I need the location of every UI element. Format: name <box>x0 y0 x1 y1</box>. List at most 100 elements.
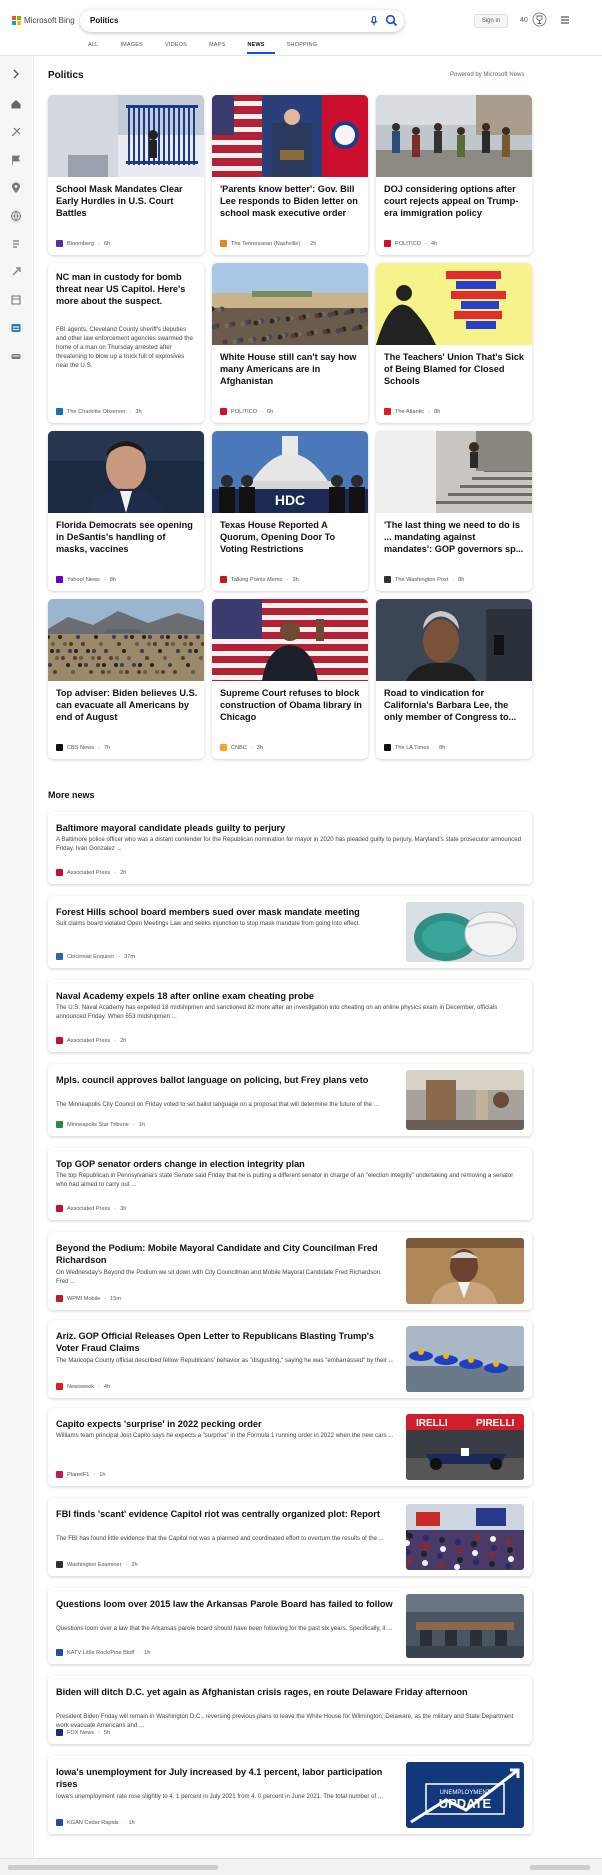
more-news-item[interactable]: Beyond the Podium: Mobile Mayoral Candid… <box>48 1232 532 1310</box>
home-icon[interactable] <box>10 98 22 110</box>
more-news-source[interactable]: Associated Press · 2h <box>56 869 126 876</box>
globe-icon[interactable] <box>10 210 22 222</box>
news-card-source[interactable]: The Tennessean (Nashville) · 2h <box>220 240 316 247</box>
news-card-source[interactable]: CNBC · 3h <box>220 744 263 751</box>
news-card-source[interactable]: Bloomberg · 6h <box>56 240 110 247</box>
more-news-title[interactable]: Top GOP senator orders change in electio… <box>56 1158 524 1170</box>
news-card[interactable]: HDC Texas House Reported A Quorum, Openin… <box>212 431 368 591</box>
news-card[interactable]: The Teachers' Union That's Sick of Being… <box>376 263 532 423</box>
news-card[interactable]: 'The last thing we need to do is ... man… <box>376 431 532 591</box>
news-card-source[interactable]: The Charlotte Observer · 3h <box>56 408 142 415</box>
news-card-image[interactable] <box>212 599 368 681</box>
news-card-source[interactable]: The Atlantic · 8h <box>384 408 440 415</box>
news-card-image[interactable]: HDC <box>212 431 368 513</box>
news-card-source[interactable]: CBS News · 7h <box>56 744 110 751</box>
sign-in-button[interactable]: Sign in <box>474 14 508 28</box>
more-news-source[interactable]: FOX News · 5h <box>56 1729 110 1736</box>
more-news-source[interactable]: Newsweek · 4h <box>56 1383 110 1390</box>
news-card-image[interactable] <box>48 431 204 513</box>
more-news-image[interactable] <box>406 1504 524 1570</box>
money-icon[interactable] <box>10 238 22 250</box>
more-news-image[interactable] <box>406 902 524 962</box>
news-card-image[interactable] <box>376 431 532 513</box>
news-card-title[interactable]: Supreme Court refuses to block construct… <box>220 687 362 723</box>
more-news-source[interactable]: Washington Examiner · 2h <box>56 1561 138 1568</box>
more-news-item[interactable]: Questions loom over 2015 law the Arkansa… <box>48 1588 532 1664</box>
tab-videos[interactable]: VIDEOS <box>165 42 197 54</box>
more-news-title[interactable]: Mpls. council approves ballot language o… <box>56 1074 396 1086</box>
more-news-title[interactable]: Naval Academy expels 18 after online exa… <box>56 990 524 1002</box>
more-news-image[interactable]: IRELLI PIRELLI <box>406 1414 524 1480</box>
more-news-item[interactable]: Iowa's unemployment for July increased b… <box>48 1756 532 1834</box>
more-news-title[interactable]: Capito expects 'surprise' in 2022 peckin… <box>56 1418 396 1430</box>
more-news-title[interactable]: Ariz. GOP Official Releases Open Letter … <box>56 1330 396 1354</box>
more-news-source[interactable]: Associated Press · 2h <box>56 1037 126 1044</box>
news-card-title[interactable]: 'Parents know better': Gov. Bill Lee res… <box>220 183 362 219</box>
more-news-title[interactable]: Questions loom over 2015 law the Arkansa… <box>56 1598 396 1610</box>
news-card-title[interactable]: The Teachers' Union That's Sick of Being… <box>384 351 526 387</box>
news-card[interactable]: White House still can't say how many Ame… <box>212 263 368 423</box>
tab-news[interactable]: NEWS <box>247 42 275 54</box>
more-news-source[interactable]: KGAN Cedar Rapids · 1h <box>56 1819 135 1826</box>
more-news-source[interactable]: Associated Press · 3h <box>56 1205 126 1212</box>
more-news-image[interactable] <box>406 1238 524 1304</box>
more-news-title[interactable]: FBI finds 'scant' evidence Capitol riot … <box>56 1508 396 1520</box>
news-card-source[interactable]: The LA Times · 8h <box>384 744 445 751</box>
news-card[interactable]: NC man in custody for bomb threat near U… <box>48 263 204 423</box>
more-news-image[interactable] <box>406 1594 524 1658</box>
rocket-icon[interactable] <box>10 266 22 278</box>
more-news-title[interactable]: Beyond the Podium: Mobile Mayoral Candid… <box>56 1242 396 1266</box>
more-news-item[interactable]: FBI finds 'scant' evidence Capitol riot … <box>48 1498 532 1576</box>
more-news-item[interactable]: Mpls. council approves ballot language o… <box>48 1064 532 1136</box>
more-news-image[interactable]: UNEMPLOYMENT UPDATE <box>406 1762 524 1828</box>
flag-icon[interactable] <box>10 154 22 166</box>
news-card-source[interactable]: POLITICO · 4h <box>384 240 437 247</box>
news-card-title[interactable]: Top adviser: Biden believes U.S. can eva… <box>56 687 198 723</box>
news-card-image[interactable] <box>48 599 204 681</box>
more-news-item[interactable]: Top GOP senator orders change in electio… <box>48 1148 532 1220</box>
microphone-icon[interactable] <box>368 15 380 27</box>
news-card-title[interactable]: Road to vindication for California's Bar… <box>384 687 526 723</box>
tab-maps[interactable]: MAPS <box>209 42 235 54</box>
rewards-trophy-icon[interactable] <box>532 12 547 27</box>
news-card-title[interactable]: White House still can't say how many Ame… <box>220 351 362 387</box>
more-news-title[interactable]: Iowa's unemployment for July increased b… <box>56 1766 396 1790</box>
news-card-title[interactable]: 'The last thing we need to do is ... man… <box>384 519 526 555</box>
news-card-image[interactable] <box>376 263 532 345</box>
hamburger-menu-icon[interactable] <box>560 15 570 25</box>
bing-logo[interactable]: Microsoft Bing <box>12 16 75 25</box>
news-card-source[interactable]: POLITICO · 6h <box>220 408 273 415</box>
search-icon[interactable] <box>385 14 398 27</box>
more-news-item[interactable]: Ariz. GOP Official Releases Open Letter … <box>48 1320 532 1398</box>
search-input[interactable]: Politics <box>90 16 118 25</box>
politics-icon[interactable] <box>10 322 22 334</box>
more-news-image[interactable] <box>406 1070 524 1130</box>
news-card-source[interactable]: Yahoo! News · 8h <box>56 576 116 583</box>
news-card-image[interactable] <box>376 95 532 177</box>
tab-all[interactable]: ALL <box>88 42 108 54</box>
news-card-image[interactable] <box>48 95 204 177</box>
expand-chevron-icon[interactable] <box>10 68 22 80</box>
news-card-title[interactable]: DOJ considering options after court reje… <box>384 183 526 219</box>
more-news-title[interactable]: Baltimore mayoral candidate pleads guilt… <box>56 822 524 834</box>
news-card[interactable]: DOJ considering options after court reje… <box>376 95 532 255</box>
news-card[interactable]: Top adviser: Biden believes U.S. can eva… <box>48 599 204 759</box>
more-news-source[interactable]: PlanetF1 · 1h <box>56 1471 106 1478</box>
news-card-image[interactable] <box>376 599 532 681</box>
more-news-source[interactable]: Cincinnati Enquirer · 37m <box>56 953 135 960</box>
tab-images[interactable]: IMAGES <box>120 42 153 54</box>
search-box[interactable]: Politics <box>80 10 404 32</box>
tab-shopping[interactable]: SHOPPING <box>287 42 328 54</box>
more-news-item[interactable]: Capito expects 'surprise' in 2022 peckin… <box>48 1408 532 1486</box>
news-card-title[interactable]: Texas House Reported A Quorum, Opening D… <box>220 519 362 555</box>
news-card[interactable]: 'Parents know better': Gov. Bill Lee res… <box>212 95 368 255</box>
news-card[interactable]: Supreme Court refuses to block construct… <box>212 599 368 759</box>
more-news-item[interactable]: Naval Academy expels 18 after online exa… <box>48 980 532 1052</box>
news-card[interactable]: Florida Democrats see opening in DeSanti… <box>48 431 204 591</box>
more-news-item[interactable]: Baltimore mayoral candidate pleads guilt… <box>48 812 532 884</box>
news-card-image[interactable] <box>212 95 368 177</box>
science-icon[interactable] <box>10 126 22 138</box>
news-card-source[interactable]: Talking Points Memo · 3h <box>220 576 299 583</box>
news-card-title[interactable]: School Mask Mandates Clear Early Hurdles… <box>56 183 198 219</box>
more-news-title[interactable]: Biden will ditch D.C. yet again as Afgha… <box>56 1686 524 1698</box>
